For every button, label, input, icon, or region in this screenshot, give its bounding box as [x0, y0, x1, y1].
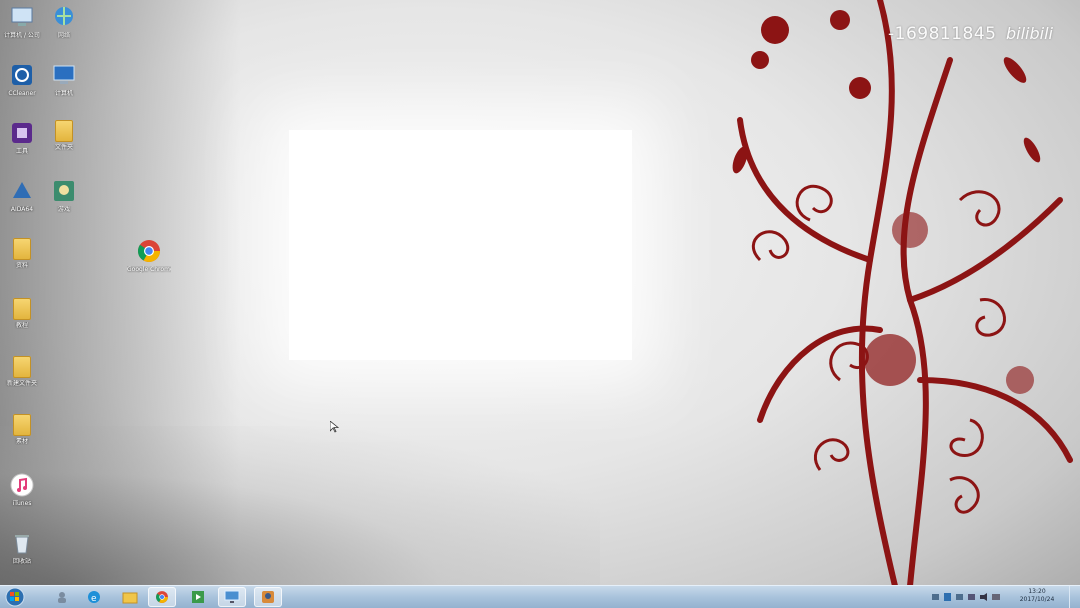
desktop-icon-label: Google Chrome — [127, 266, 171, 273]
system-tray: 13:20 2017/10/24 — [930, 586, 1080, 608]
desktop-icon-label: 新建文件夹 — [6, 380, 37, 387]
chrome-icon — [156, 591, 168, 603]
desktop-icon-game[interactable]: 游戏 — [42, 178, 86, 213]
taskbar-media[interactable] — [184, 587, 212, 607]
taskbar-clock[interactable]: 13:20 2017/10/24 — [1012, 588, 1062, 604]
desktop-icon-label: iTunes — [12, 500, 32, 507]
clock-time: 13:20 — [1028, 588, 1046, 595]
desktop-icon-aida[interactable]: AIDA64 — [0, 178, 44, 213]
desktop-icon-label: 游戏 — [57, 206, 70, 213]
desktop-icon-label: 文件夹 — [54, 144, 73, 151]
folder-icon — [13, 298, 31, 320]
app-icon — [262, 591, 274, 603]
desktop-icon-label: 资料 — [15, 262, 28, 269]
folder-icon — [55, 120, 73, 142]
desktop-icon-ccleaner[interactable]: CCleaner — [0, 62, 44, 97]
taskbar-pinned-app[interactable] — [48, 587, 76, 607]
blank-window[interactable] — [289, 130, 632, 360]
taskbar-monitor[interactable] — [218, 587, 246, 607]
folder-icon — [13, 238, 31, 260]
mouse-cursor — [330, 421, 340, 433]
taskbar: e 13:20 2017/10/24 — [0, 585, 1080, 608]
recycle-bin-icon — [15, 535, 29, 554]
desktop-icon-label: 工具 — [15, 148, 28, 155]
start-button[interactable] — [4, 587, 26, 607]
desktop-icon-network[interactable]: 网络 — [42, 4, 86, 39]
desktop-icon-label: 教程 — [15, 322, 28, 329]
desktop-icon-folder-c[interactable]: 教程 — [0, 298, 44, 329]
tool-icon — [12, 123, 32, 143]
network-icon — [55, 7, 73, 25]
wallpaper-grunge-bottom — [0, 426, 600, 586]
taskbar-ie[interactable]: e — [80, 587, 108, 607]
desktop-icon-computer[interactable]: 计算机 / 公司 — [0, 4, 44, 39]
itunes-icon — [10, 473, 34, 497]
user-icon — [58, 592, 66, 603]
desktop-icon-computer2[interactable]: 计算机 — [42, 62, 86, 97]
desktop-icon-label: 计算机 / 公司 — [4, 32, 40, 39]
desktop-icon-itunes[interactable]: iTunes — [0, 472, 44, 507]
clock-date: 2017/10/24 — [1019, 596, 1055, 603]
desktop-icon-label: 回收站 — [12, 558, 31, 565]
desktop-icon-folder-e[interactable]: 素材 — [0, 414, 44, 445]
desktop-icon-tool[interactable]: 工具 — [0, 120, 44, 155]
taskbar-explorer[interactable] — [116, 587, 144, 607]
taskbar-app[interactable] — [254, 587, 282, 607]
desktop-icon-folder-b[interactable]: 资料 — [0, 238, 44, 269]
tray-icons[interactable] — [932, 592, 1002, 602]
desktop-icon-label: AIDA64 — [10, 206, 34, 213]
desktop-icon-folder-d[interactable]: 新建文件夹 — [0, 356, 44, 387]
ccleaner-icon — [12, 65, 32, 85]
desktop-icon-label: 网络 — [57, 32, 70, 39]
taskbar-chrome[interactable] — [148, 587, 176, 607]
desktop-icon-folder-a[interactable]: 文件夹 — [42, 120, 86, 151]
desktop-icon-chrome[interactable]: Google Chrome — [127, 238, 171, 273]
desktop-icon-label: 素材 — [15, 438, 28, 445]
explorer-icon — [122, 592, 138, 604]
folder-icon — [13, 414, 31, 436]
desktop-icon-label: 计算机 — [54, 90, 73, 97]
desktop-icon-recycle-bin[interactable]: 回收站 — [0, 530, 44, 565]
folder-icon — [13, 356, 31, 378]
svg-text:e: e — [91, 594, 97, 604]
show-desktop-button[interactable] — [1069, 586, 1080, 608]
aida-icon — [13, 182, 31, 198]
watermark-id: -169811845 — [888, 24, 997, 44]
media-icon — [192, 591, 204, 603]
monitor-icon — [53, 65, 75, 84]
chrome-icon — [138, 240, 160, 262]
game-icon — [54, 181, 74, 201]
floral-ornament — [732, 0, 1073, 586]
watermark-logo: bilibili — [1006, 24, 1053, 43]
desktop-wallpaper: -169811845 bilibili 计算机 / 公司 网络 CCleaner… — [0, 0, 1080, 586]
computer-icon — [11, 7, 33, 26]
desktop-icon-label: CCleaner — [8, 90, 36, 97]
monitor-icon — [224, 590, 240, 603]
ie-icon: e — [88, 591, 100, 604]
